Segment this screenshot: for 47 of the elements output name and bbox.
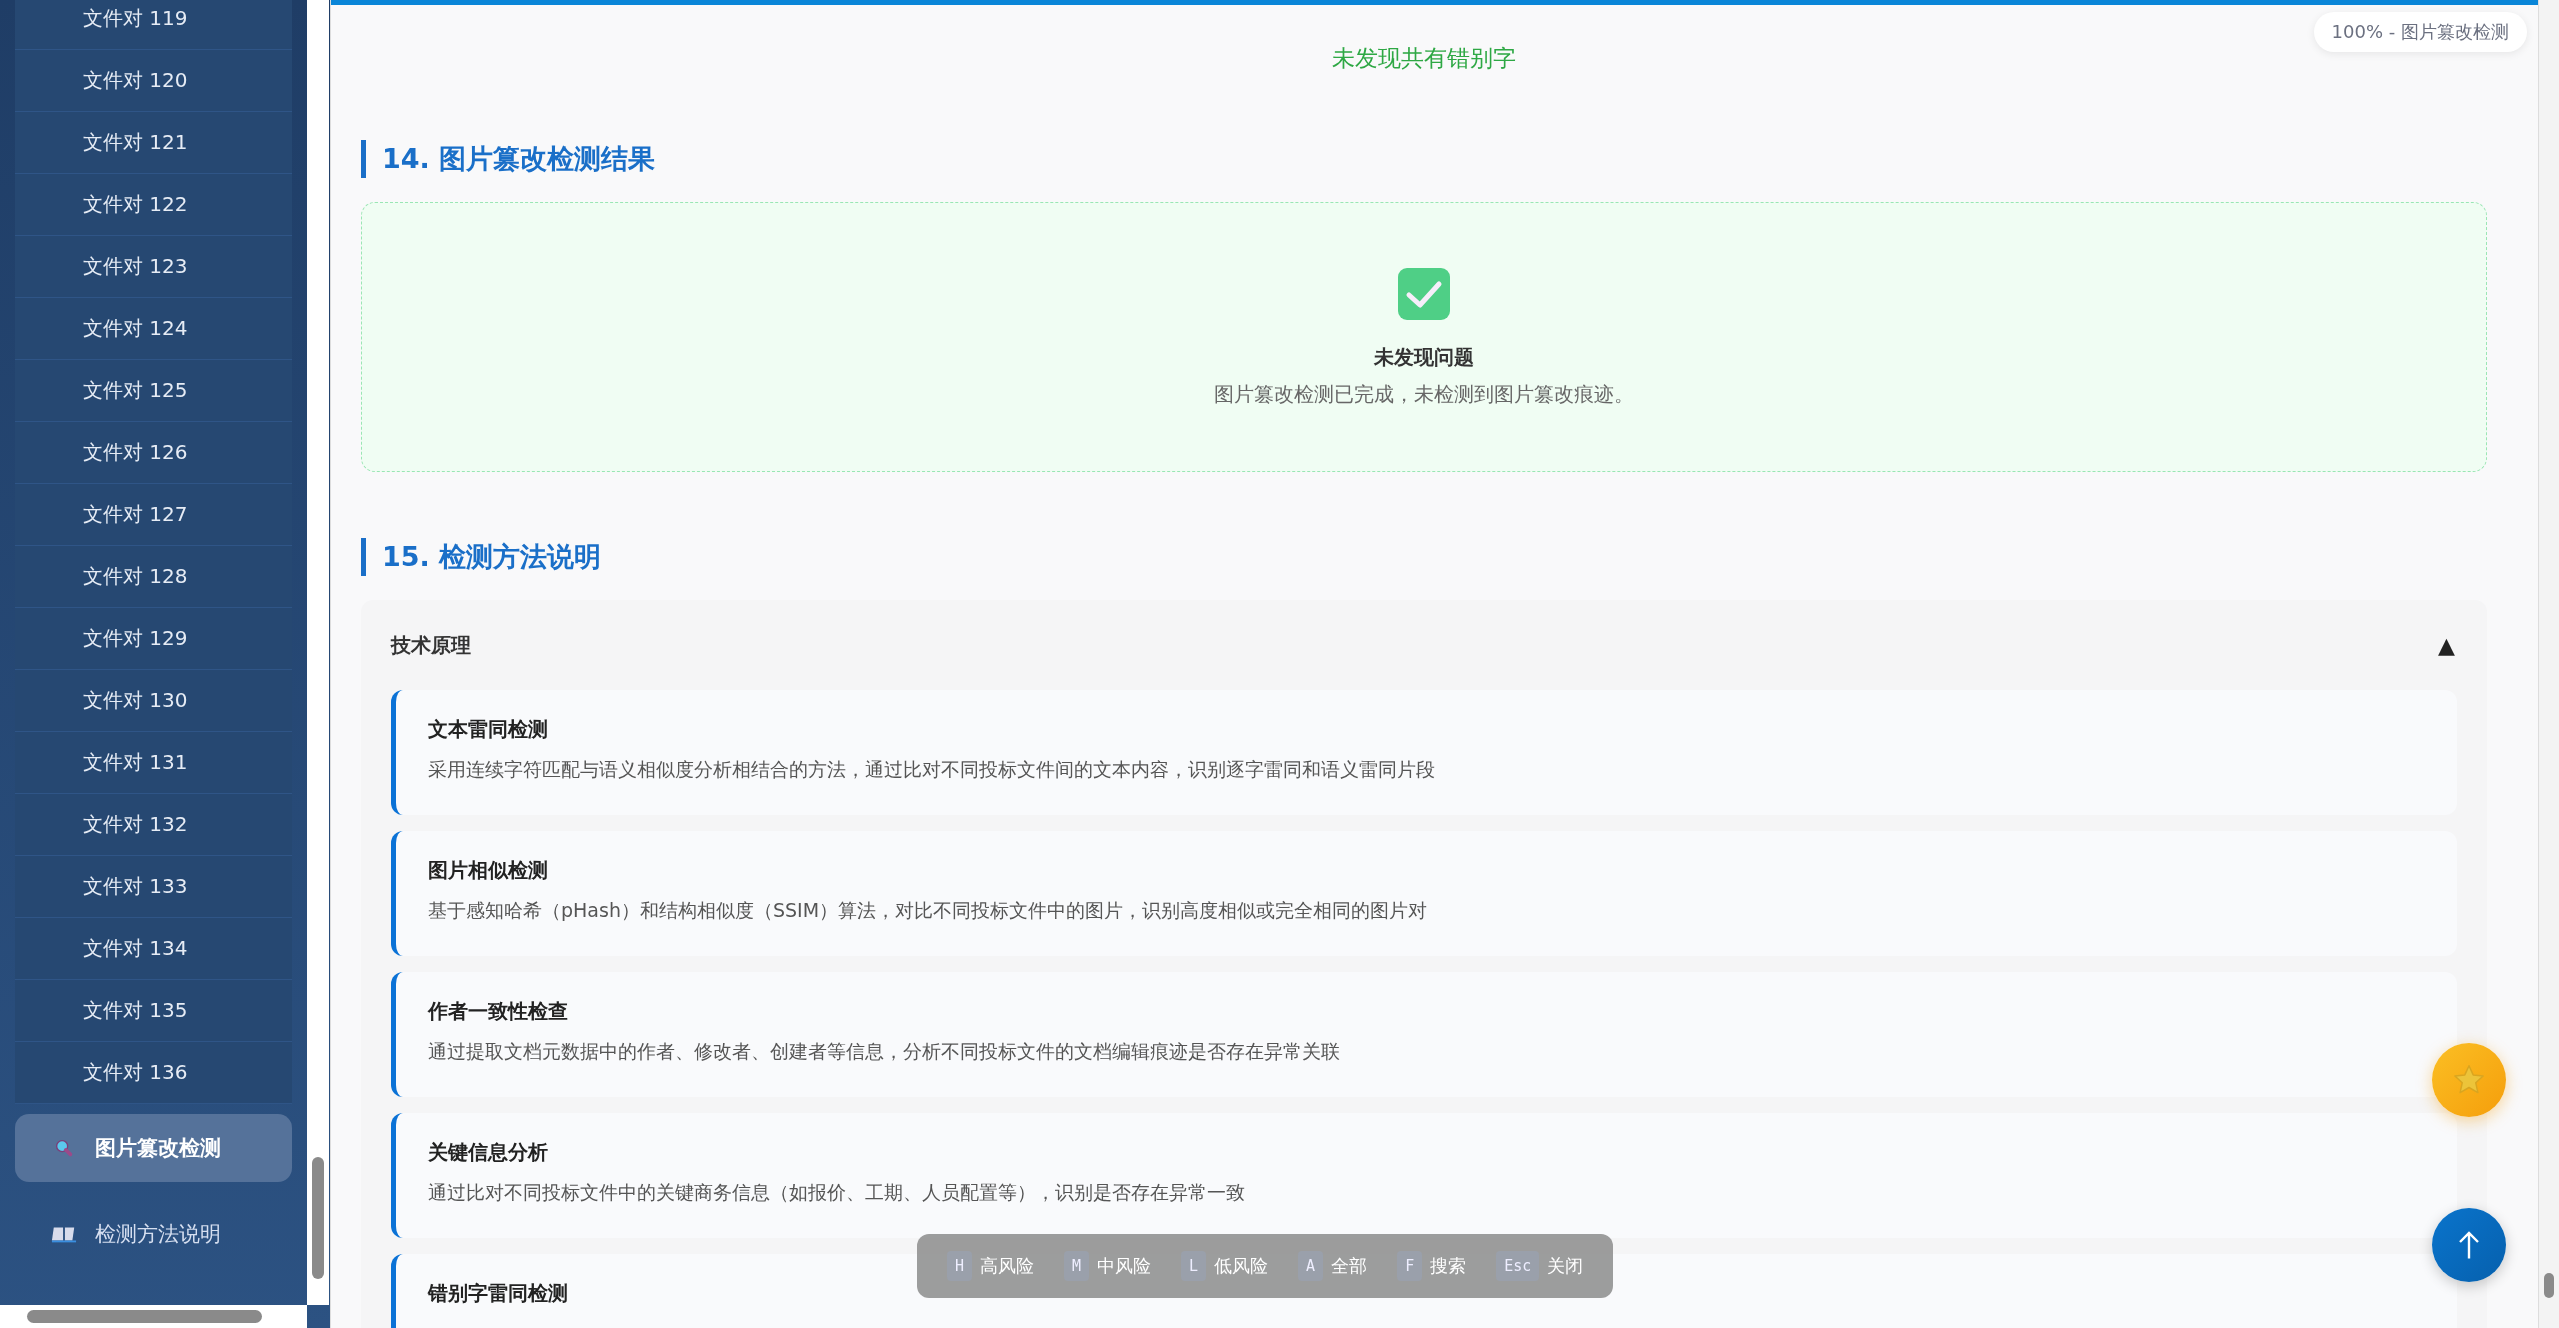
card-title: 文本雷同检测 (428, 716, 548, 743)
sidebar-item[interactable]: 文件对 133 (15, 856, 292, 918)
shortcut-label: 低风险 (1214, 1254, 1269, 1278)
card-description: 基于感知哈希（pHash）和结构相似度（SSIM）算法，对比不同投标文件中的图片，识别高度相似或完全相同的图片对 (428, 898, 1428, 923)
shortcut-label: 全部 (1331, 1254, 1368, 1278)
shortcut-label: 关闭 (1547, 1254, 1584, 1278)
sidebar-item[interactable]: 文件对 124 (15, 298, 292, 360)
sidebar-item[interactable]: 图片篡改检测 (15, 1114, 292, 1182)
card-title: 图片相似检测 (428, 857, 548, 884)
sidebar-item[interactable]: 文件对 125 (15, 360, 292, 422)
key-cap: M (1064, 1251, 1090, 1281)
sidebar-item[interactable]: 文件对 119 (15, 0, 292, 50)
key-cap: H (947, 1251, 973, 1281)
shortcut-label: 搜索 (1430, 1254, 1467, 1278)
sidebar-item[interactable]: 文件对 135 (15, 980, 292, 1042)
progress-badge: 100% - 图片篡改检测 (2313, 12, 2527, 52)
card-title: 关键信息分析 (428, 1139, 548, 1166)
key-cap: Esc (1496, 1251, 1540, 1281)
sidebar-item[interactable]: 文件对 122 (15, 174, 292, 236)
accordion-title: 技术原理 (391, 631, 471, 659)
shortcut-label: 中风险 (1097, 1254, 1152, 1278)
card-description: 采用连续字符匹配与语义相似度分析相结合的方法，通过比对不同投标文件间的文本内容，识别逐字雷同和语义雷同片段 (428, 757, 1435, 782)
key-cap: F (1397, 1251, 1423, 1281)
card-title: 错别字雷同检测 (428, 1280, 568, 1307)
sidebar-item[interactable]: 文件对 123 (15, 236, 292, 298)
key-cap: A (1298, 1251, 1324, 1281)
result-title: 未发现问题 (1374, 344, 1474, 371)
sidebar-item[interactable]: 文件对 127 (15, 484, 292, 546)
sidebar-item[interactable]: 检测方法说明 (15, 1200, 292, 1268)
section-heading: 14. 图片篡改检测结果 (361, 140, 2487, 178)
checkmark-icon (1396, 266, 1452, 322)
card-description: 通过比对不同投标文件中的关键商务信息（如报价、工期、人员配置等），识别是否存在异常一致 (428, 1180, 1245, 1205)
sidebar-item[interactable]: 文件对 136 (15, 1042, 292, 1104)
collapse-toggle[interactable]: ▲ (2438, 632, 2455, 658)
card-title: 作者一致性检查 (428, 998, 568, 1025)
sidebar-item[interactable]: 文件对 131 (15, 732, 292, 794)
sidebar-item[interactable]: 文件对 134 (15, 918, 292, 980)
result-message: 图片篡改检测已完成，未检测到图片篡改痕迹。 (1214, 381, 1634, 408)
section-heading: 15. 检测方法说明 (361, 538, 2487, 576)
sidebar-item[interactable]: 文件对 126 (15, 422, 292, 484)
shortcut-label: 高风险 (980, 1254, 1035, 1278)
sidebar-item[interactable]: 文件对 121 (15, 112, 292, 174)
card-description: 通过提取文档元数据中的作者、修改者、创建者等信息，分析不同投标文件的文档编辑痕迹是否存在异常关联 (428, 1039, 1340, 1064)
key-cap: L (1181, 1251, 1207, 1281)
notice-text: 未发现共有错别字 (1332, 44, 1516, 73)
sidebar-item[interactable]: 文件对 120 (15, 50, 292, 112)
sidebar-item[interactable]: 文件对 132 (15, 794, 292, 856)
